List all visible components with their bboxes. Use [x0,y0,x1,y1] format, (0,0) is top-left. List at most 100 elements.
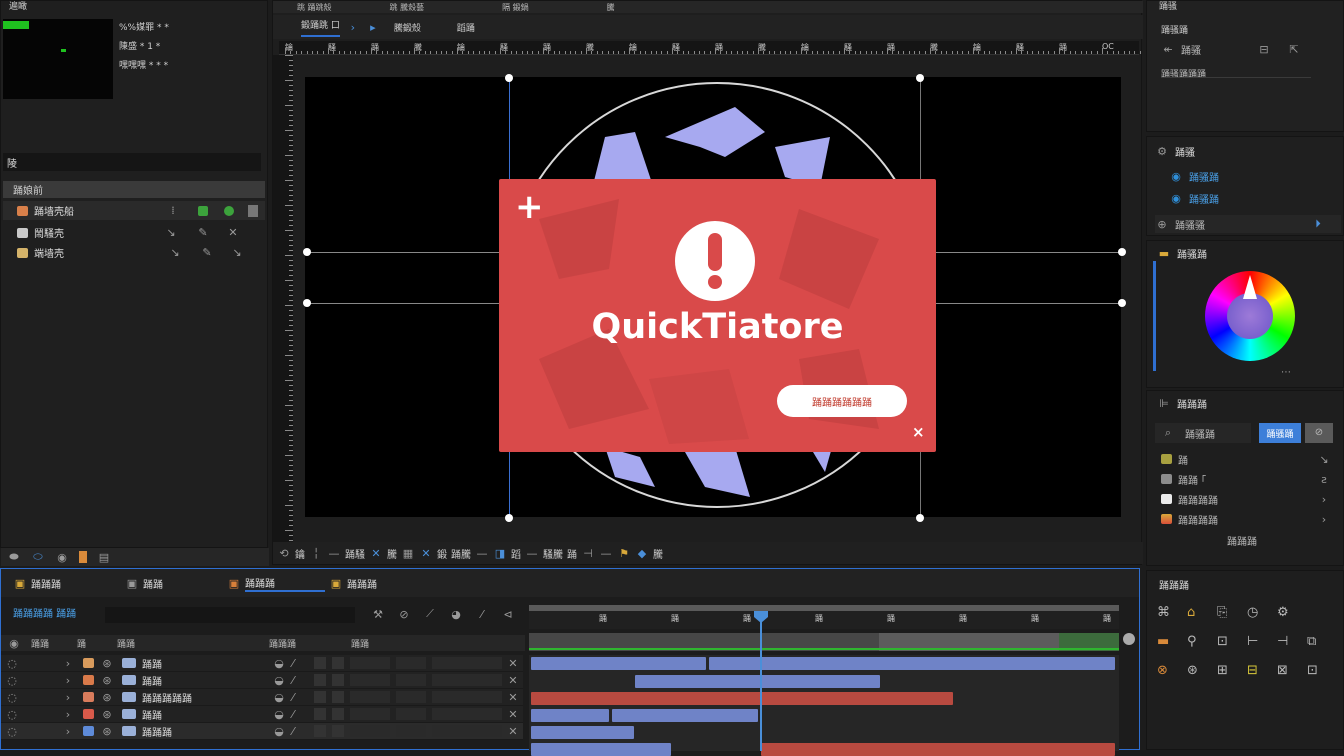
motion-blur-icon[interactable]: ⊘ [397,607,411,621]
eye-icon[interactable]: ◌ [5,724,19,738]
toolbar-label[interactable]: 鍛 [437,546,447,561]
close-icon[interactable]: ✕ [226,226,240,240]
camera-icon[interactable]: ◆ [635,546,649,560]
minus-icon[interactable]: — [599,546,613,560]
lock-icon[interactable]: ⊕ [1155,217,1169,231]
switch-icon[interactable]: ◒ [272,690,286,704]
effect-item[interactable]: 踊踊 ｢ ƨ [1161,471,1331,487]
section-item[interactable]: 踊骚踊 [1189,169,1219,184]
tool-icon[interactable]: ⊞ [1217,663,1247,678]
parent-field[interactable] [396,708,426,720]
layer-row[interactable]: ◌ › ⊛ 踊踊 ◒ ⁄ ✕ [1,655,523,672]
circle-blue-icon[interactable]: ◉ [1169,191,1183,205]
transform-handle[interactable] [1118,248,1126,256]
transform-handle[interactable] [1118,299,1126,307]
section-item[interactable]: 踊骚踊 [1189,191,1219,206]
tool-icon[interactable]: ⌂ [1187,605,1217,620]
effects-toggle[interactable]: ⊘ [1305,423,1333,443]
switch-box[interactable] [314,708,326,720]
pen-icon[interactable]: ⁄ [286,724,300,738]
pen-icon[interactable]: ⁄ [286,656,300,670]
close-icon[interactable]: ✕ [506,656,520,670]
switch-box[interactable] [350,674,390,686]
frame-icon[interactable]: ⊲ [501,607,515,621]
close-icon[interactable]: ✕ [506,707,520,721]
color-wheel[interactable] [1205,271,1295,361]
transform-handle[interactable] [303,248,311,256]
effects-search[interactable]: ⌕ 踊骚踊 [1155,423,1251,443]
toolbar-label[interactable]: 鑰 [295,546,305,561]
label-color-swatch[interactable] [83,658,94,668]
minus-icon[interactable]: — [475,546,489,560]
transform-handle[interactable] [303,299,311,307]
timeline-scrollbar[interactable] [1123,633,1135,645]
color-swatch[interactable] [79,551,87,563]
tab-viewer-3[interactable]: 隔 鍛鍋 [502,2,529,13]
eye-icon[interactable]: ◉ [55,550,69,564]
subtab-footage[interactable]: 蹈踊 [457,21,475,34]
solo-icon[interactable]: ⊛ [100,673,114,687]
transform-handle[interactable] [916,74,924,82]
layer-bar[interactable] [531,657,706,670]
chevron-right-icon[interactable]: › [61,656,75,670]
more-icon[interactable]: ⋯ [1281,367,1291,378]
layer-row[interactable]: ◌ › ⊛ 踊踊踊 ◒ ⁄ ✕ [1,723,523,740]
toggle-icon[interactable]: ⁞ [166,204,180,218]
project-item[interactable]: 踊墙壳船 ⁞ [3,201,265,220]
brush-icon[interactable]: ✎ [200,246,214,260]
layer-bar[interactable] [531,726,634,739]
tool-icon[interactable]: ⊣ [1277,634,1307,649]
minus-icon[interactable]: — [525,546,539,560]
chevron-right-icon[interactable]: › [61,724,75,738]
link-icon[interactable]: ⬭ [31,550,45,564]
switch-box[interactable] [314,691,326,703]
tool-icon[interactable]: ⊠ [1277,663,1307,678]
switch-box[interactable] [350,657,390,669]
pin-icon[interactable]: ⊣ [581,546,595,560]
tab-timeline-4[interactable]: 踊踊踊 [347,576,377,591]
close-icon[interactable]: ✕ [419,546,433,560]
pen-icon[interactable]: ⁄ [286,707,300,721]
layer-row[interactable]: ◌ › ⊛ 踊踊 ◒ ⁄ ✕ [1,706,523,723]
switch-box[interactable] [332,674,344,686]
tab-viewer-2[interactable]: 跳 騰殼藝 [390,2,425,13]
close-icon[interactable]: ✕ [506,724,520,738]
pen-icon[interactable]: ⁄ [286,673,300,687]
close-icon[interactable]: ✕ [506,673,520,687]
subtab-layer[interactable]: 騰鍛殼 [394,21,421,34]
layer-bar[interactable] [531,709,609,722]
switch-box[interactable] [350,691,390,703]
toolbar-label[interactable]: 踊騰 [451,546,471,561]
arrow-icon[interactable]: ↘ [164,226,178,240]
tool-icon[interactable]: ⊗ [1157,663,1187,678]
pen-icon[interactable]: ⁄ [286,690,300,704]
tool-icon[interactable]: ⊡ [1217,634,1247,649]
eye-icon[interactable]: ◌ [5,690,19,704]
switch-box[interactable] [332,725,344,737]
switch-box[interactable] [332,708,344,720]
properties-row[interactable]: ↞ 踊骚 ⊟ ⇱ [1161,41,1331,57]
tool-icon[interactable]: ⊟ [1247,663,1277,678]
eye-icon[interactable]: ◌ [5,673,19,687]
tool-icon[interactable]: ⚙ [1155,144,1169,158]
label-color-swatch[interactable] [83,692,94,702]
arrow-icon[interactable]: ↘ [168,246,182,260]
tool-icon[interactable]: ⊢ [1247,634,1277,649]
parent-field[interactable] [432,691,502,703]
tab-timeline-1[interactable]: 踊踊踊 [31,576,121,591]
eye-icon[interactable]: ◌ [5,656,19,670]
toolbar-label[interactable]: 騷騰 [543,546,563,561]
layer-row[interactable]: ◌ › ⊛ 踊踊 ◒ ⁄ ✕ [1,672,523,689]
shy-icon[interactable]: ◕ [449,607,463,621]
switch-box[interactable] [350,725,390,737]
switch-box[interactable] [332,657,344,669]
tool-icon[interactable]: ⚙ [1277,605,1307,620]
add-icon[interactable]: + [515,187,544,227]
time-ruler[interactable]: 踊踊踊踊踊踊踊踊踊 [529,605,1183,629]
tool-icon[interactable]: ⊛ [1187,663,1217,678]
parent-field[interactable] [396,657,426,669]
tool-icon[interactable]: ⚲ [1187,634,1217,649]
work-area-bar[interactable] [529,633,1119,651]
chevron-right-icon[interactable]: › [61,673,75,687]
brush-icon[interactable]: ⟋ [423,607,437,621]
